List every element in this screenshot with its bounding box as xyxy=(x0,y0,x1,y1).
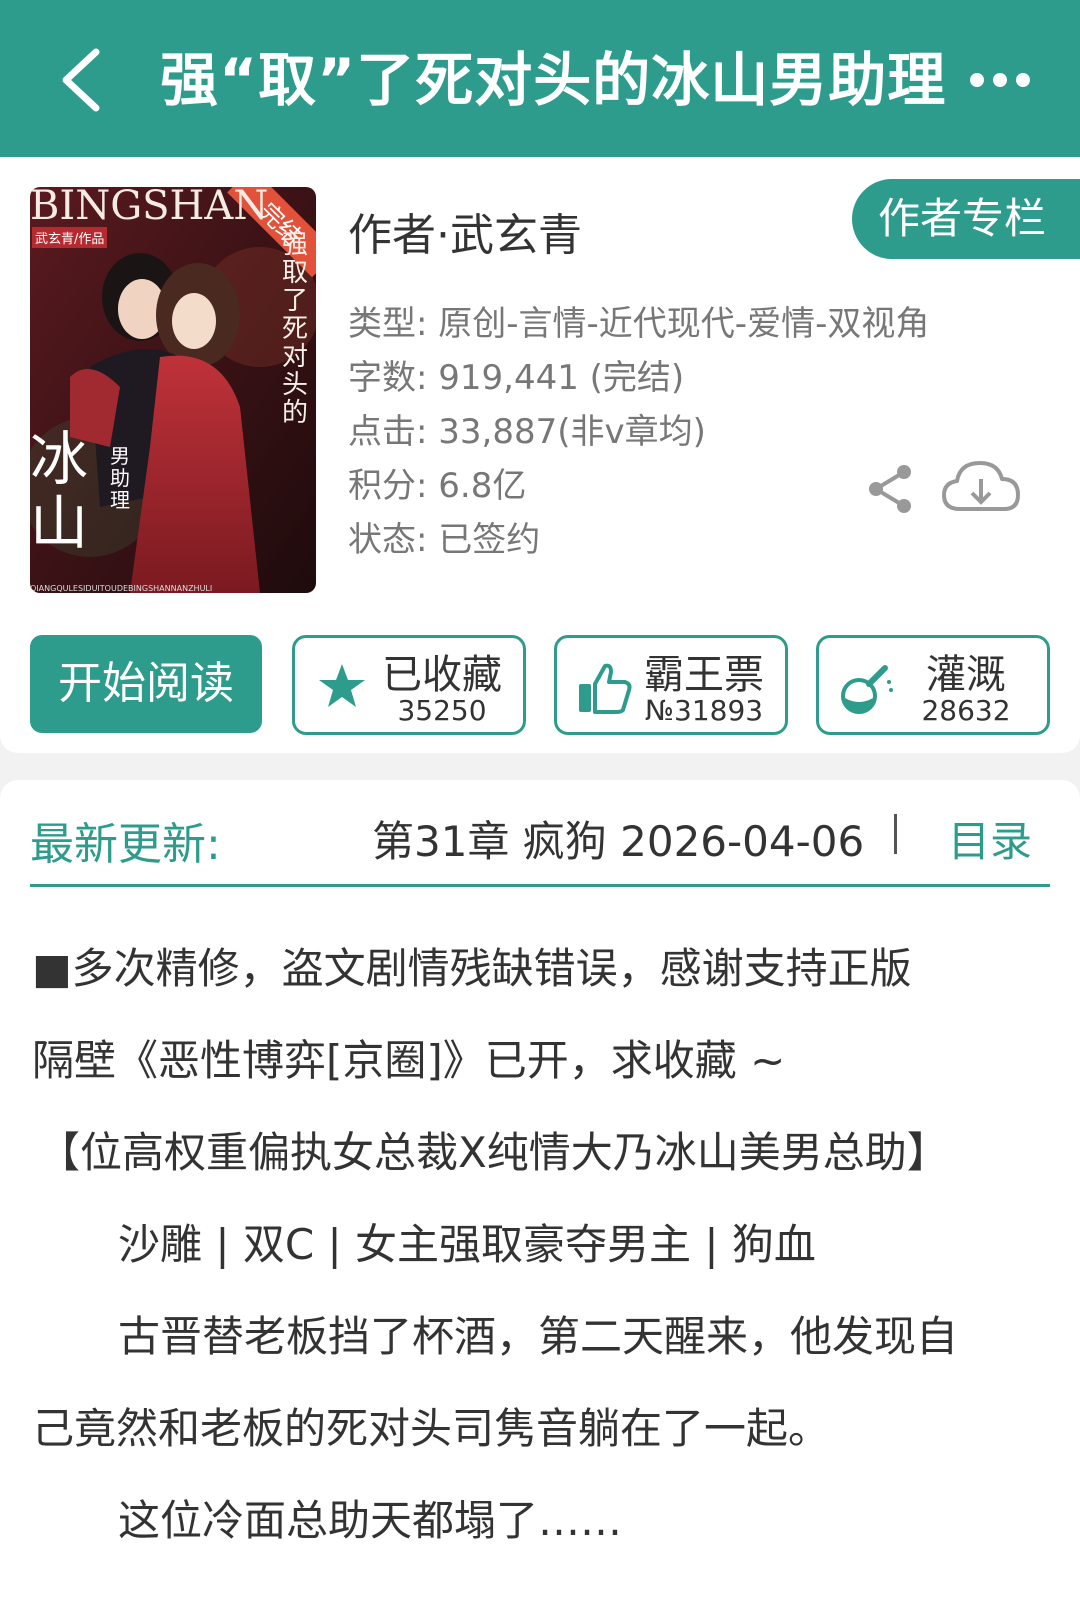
meta-word-count: 字数: 919,441 (完结) xyxy=(348,358,685,398)
meta-status: 状态: 已签约 xyxy=(348,520,541,560)
vote-label: 霸王票 xyxy=(644,652,764,698)
favorite-button[interactable]: 已收藏 35250 xyxy=(292,635,526,735)
cloud-download-icon[interactable] xyxy=(940,457,1022,519)
star-icon xyxy=(319,664,365,707)
description-line: 己竟然和老板的死对头司隽音躺在了一起。 xyxy=(32,1404,831,1453)
divider xyxy=(894,814,897,854)
description-line: 沙雕 | 双C | 女主强取豪夺男主 | 狗血 xyxy=(118,1220,816,1269)
book-cover[interactable]: 完结 BINGSHAN 武玄青/作品 强取了死对头的 冰山 男助理 QIANGQ… xyxy=(30,187,316,593)
water-label: 灌溉 xyxy=(926,652,1006,698)
author-name[interactable]: 作者·武玄青 xyxy=(348,199,582,263)
favorite-count: 35250 xyxy=(397,694,487,727)
cover-title-top: 强取了死对头的 xyxy=(282,230,309,428)
book-meta: 类型: 原创-言情-近代现代-爱情-双视角 字数: 919,441 (完结) 点… xyxy=(348,297,929,567)
book-description: ■多次精修，盗文剧情残缺错误，感谢支持正版 隔壁《恶性博弈[京圈]》已开，求收藏… xyxy=(0,915,1080,1620)
back-arrow-icon[interactable] xyxy=(52,40,112,120)
start-reading-button[interactable]: 开始阅读 xyxy=(30,635,262,733)
share-icon[interactable] xyxy=(866,463,914,515)
vote-count: №31893 xyxy=(644,694,764,727)
cover-bottom-text: QIANGQULESIDUITOUDEBINGSHANNANZHULI xyxy=(30,584,213,593)
description-line: ■多次精修，盗文剧情残缺错误，感谢支持正版 xyxy=(32,944,912,993)
table-of-contents-link[interactable]: 目录 xyxy=(948,808,1032,869)
description-line: 【位高权重偏执女总裁X纯情大乃冰山美男总助】 xyxy=(38,1128,949,1177)
top-bar: 强“取”了死对头的冰山男助理 xyxy=(0,0,1080,157)
favorite-label: 已收藏 xyxy=(382,652,502,698)
description-line: 古晋替老板挡了杯酒，第二天醒来，他发现自 xyxy=(118,1312,959,1361)
meta-type: 类型: 原创-言情-近代现代-爱情-双视角 xyxy=(348,304,930,344)
book-info-card: 完结 BINGSHAN 武玄青/作品 强取了死对头的 冰山 男助理 QIANGQ… xyxy=(0,157,1080,753)
cover-title-sub: 男助理 xyxy=(110,444,130,512)
cover-brand: BINGSHAN xyxy=(30,187,269,229)
page-title: 强“取”了死对头的冰山男助理 xyxy=(160,46,947,114)
cover-author-tag: 武玄青/作品 xyxy=(32,227,108,248)
more-options-icon[interactable] xyxy=(965,55,1035,105)
meta-points: 积分: 6.8亿 xyxy=(348,466,527,506)
author-column-button[interactable]: 作者专栏 xyxy=(852,179,1080,259)
latest-chapter-link[interactable]: 第31章 疯狗 2026-04-06 xyxy=(372,808,872,869)
vote-button[interactable]: 霸王票 №31893 xyxy=(554,635,788,735)
thumbs-up-icon xyxy=(579,663,632,714)
water-count: 28632 xyxy=(921,694,1011,727)
water-button[interactable]: 灌溉 28632 xyxy=(816,635,1050,735)
latest-update-label: 最新更新: xyxy=(30,819,221,870)
flask-icon xyxy=(841,665,893,714)
latest-update-bar: 最新更新: 第31章 疯狗 2026-04-06 目录 xyxy=(0,780,1080,915)
cover-title-main: 冰山 xyxy=(30,425,89,557)
description-line: 隔壁《恶性博弈[京圈]》已开，求收藏 ~ xyxy=(32,1036,786,1085)
description-line: 这位冷面总助天都塌了…… xyxy=(118,1496,623,1545)
underline-divider xyxy=(30,884,1050,887)
meta-clicks: 点击: 33,887(非v章均) xyxy=(348,412,706,452)
